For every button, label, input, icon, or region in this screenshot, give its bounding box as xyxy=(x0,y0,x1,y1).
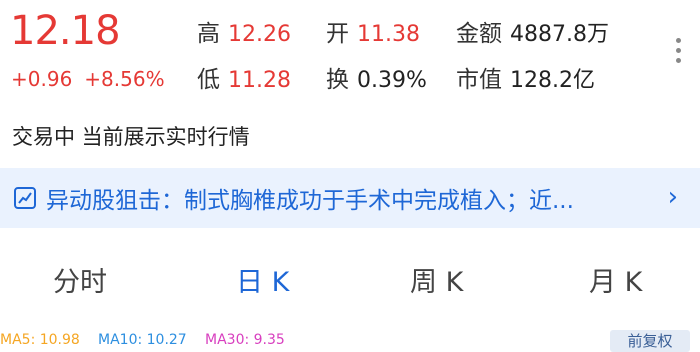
alert-banner-text: 异动股狙击：制式胸椎成功于手术中完成植入；近... xyxy=(46,188,574,214)
low-stat: 低 11.28 xyxy=(197,60,291,94)
high-value: 12.26 xyxy=(228,22,291,47)
mktcap-stat: 市值 128.2亿 xyxy=(456,60,595,94)
high-stat: 高 12.26 xyxy=(197,14,291,48)
amount-label: 金额 xyxy=(456,21,502,47)
tab-intraday[interactable]: 分时 xyxy=(53,260,107,299)
tab-weekly-k[interactable]: 周 K xyxy=(410,260,463,299)
ma5-value: MA5: 10.98 xyxy=(0,332,80,348)
mktcap-value: 128.2亿 xyxy=(510,68,595,93)
ma30-value: MA30: 9.35 xyxy=(205,332,285,348)
open-value: 11.38 xyxy=(357,22,420,47)
price-change-row: +0.96 +8.56% xyxy=(11,67,165,91)
high-label: 高 xyxy=(197,21,220,47)
amount-value: 4887.8万 xyxy=(510,22,609,47)
low-value: 11.28 xyxy=(228,68,291,93)
ma10-value: MA10: 10.27 xyxy=(98,332,187,348)
open-label: 开 xyxy=(326,21,349,47)
alert-chart-icon xyxy=(14,187,36,209)
current-price: 12.18 xyxy=(10,8,121,54)
alert-banner[interactable]: 异动股狙击：制式胸椎成功于手术中完成植入；近... › xyxy=(0,168,700,228)
adjust-mode-button[interactable]: 前复权 xyxy=(610,330,690,352)
price-change: +0.96 xyxy=(11,67,73,91)
tab-monthly-k[interactable]: 月 K xyxy=(589,260,642,299)
open-stat: 开 11.38 xyxy=(326,14,420,48)
more-options-icon[interactable] xyxy=(676,38,682,63)
tab-daily-k[interactable]: 日 K xyxy=(236,260,289,299)
turnover-label: 换 xyxy=(326,67,349,93)
trading-status-text: 交易中 当前展示实时行情 xyxy=(12,125,250,149)
chart-period-tabs: 分时 日 K 周 K 月 K xyxy=(0,250,700,310)
low-label: 低 xyxy=(197,67,220,93)
amount-stat: 金额 4887.8万 xyxy=(456,14,609,48)
turnover-value: 0.39% xyxy=(357,68,427,93)
quote-panel: 12.18 +0.96 +8.56% 高 12.26 低 11.28 开 11.… xyxy=(0,0,700,110)
price-change-percent: +8.56% xyxy=(84,67,165,91)
chevron-right-icon: › xyxy=(667,182,678,212)
turnover-stat: 换 0.39% xyxy=(326,60,427,94)
mktcap-label: 市值 xyxy=(456,67,502,93)
